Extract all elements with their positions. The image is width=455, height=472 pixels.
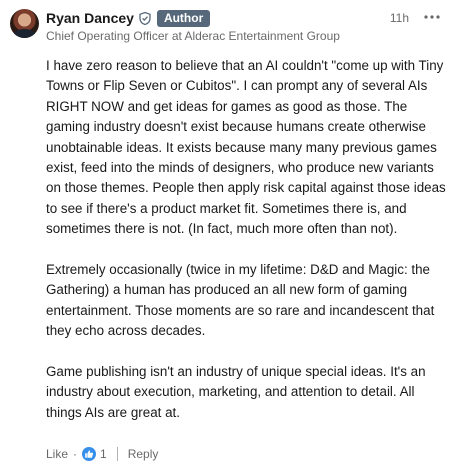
comment-timestamp: 11h — [389, 11, 409, 25]
comment-header: Ryan Dancey Author Chief Operating Offic… — [46, 8, 445, 44]
author-headline: Chief Operating Officer at Alderac Enter… — [46, 29, 340, 43]
reply-button[interactable]: Reply — [128, 447, 159, 461]
avatar-shoulders — [13, 29, 36, 38]
author-badge: Author — [156, 9, 211, 27]
verified-shield-icon — [139, 11, 151, 25]
author-name[interactable]: Ryan Dancey — [46, 10, 134, 26]
comment-container: Ryan Dancey Author Chief Operating Offic… — [0, 0, 455, 472]
reaction-count[interactable]: 1 — [100, 447, 107, 461]
more-options-icon[interactable] — [419, 8, 445, 26]
name-row: Ryan Dancey Author — [46, 8, 445, 28]
separator-dot: · — [73, 447, 78, 461]
comment-paragraph: Game publishing isn't an industry of uni… — [46, 364, 426, 420]
like-button[interactable]: Like — [46, 447, 68, 461]
comment-card: Ryan Dancey Author Chief Operating Offic… — [0, 0, 455, 472]
comment-body: I have zero reason to believe that an AI… — [46, 56, 447, 444]
avatar[interactable] — [10, 9, 39, 38]
like-reaction-icon[interactable] — [82, 447, 97, 461]
comment-actions: Like · 1 Reply — [46, 445, 158, 463]
comment-paragraph: Extremely occasionally (twice in my life… — [46, 262, 435, 339]
action-divider — [116, 447, 118, 461]
comment-paragraph: I have zero reason to believe that an AI… — [46, 58, 446, 237]
